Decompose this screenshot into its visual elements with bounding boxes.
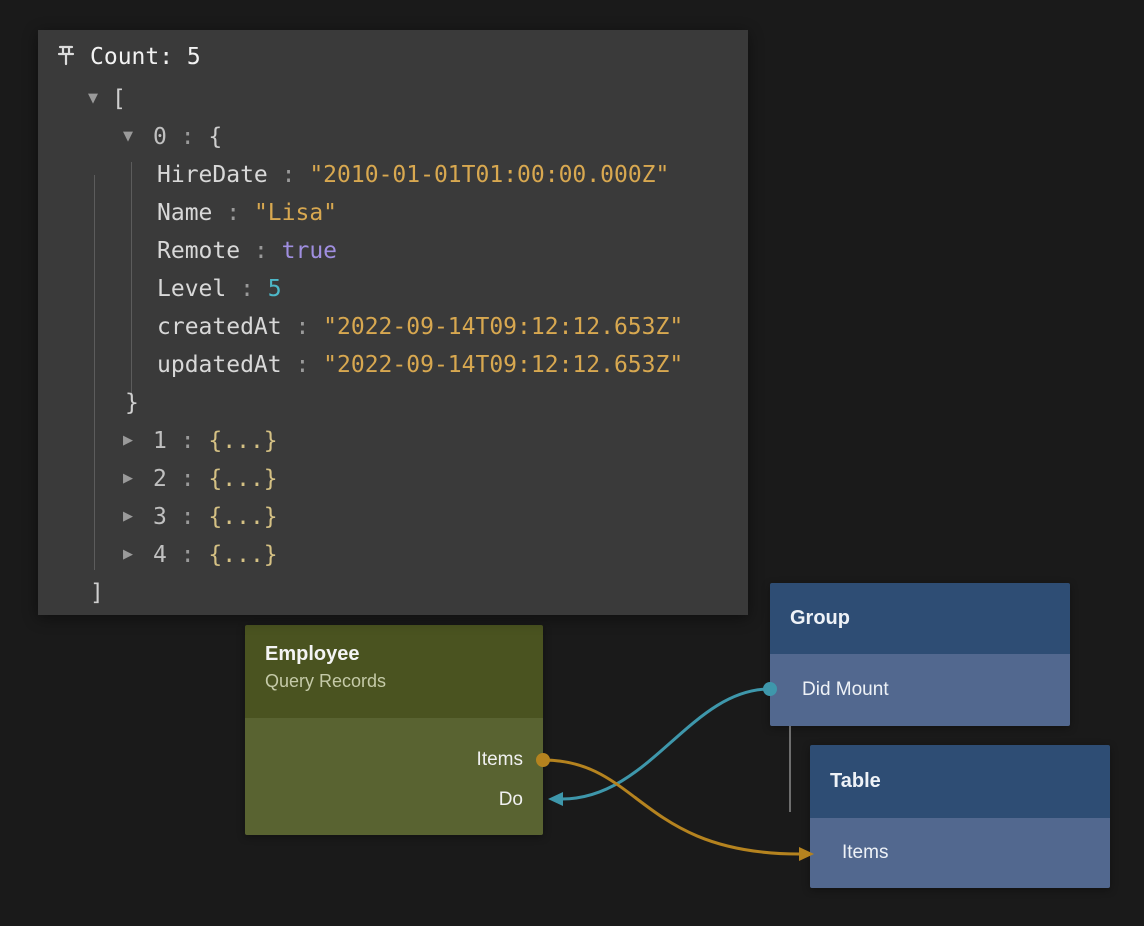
tree-row-text: Level : 5 [157,270,282,308]
node-group[interactable]: Group Did Mount [770,583,1070,726]
node-subtitle: Query Records [265,667,543,695]
tree-row-text: 3 : {...} [153,498,278,536]
node-title: Table [810,745,1110,818]
tree-row-text: ] [90,574,104,612]
inspector-panel: Count: 5 ▼[▼0 : {HireDate : "2010-01-01T… [38,30,748,615]
expand-arrow-icon[interactable]: ▶ [123,498,133,536]
tree-row-text: 2 : {...} [153,460,278,498]
tree-row: Level : 5 [38,270,748,308]
port-items-label: Items [477,749,523,770]
connection-items-to-table[interactable] [543,760,799,854]
collapse-arrow-icon[interactable]: ▼ [88,80,98,118]
tree-row: Remote : true [38,232,748,270]
tree-row-text: updatedAt : "2022-09-14T09:12:12.653Z" [157,346,683,384]
editor-canvas[interactable]: Count: 5 ▼[▼0 : {HireDate : "2010-01-01T… [0,0,1144,926]
tree-row: ▼ 0 : { [38,118,748,156]
tree-row-text: [ [112,80,126,118]
port-table-items-label: Items [842,842,888,863]
tree-row: updatedAt : "2022-09-14T09:12:12.653Z" [38,346,748,384]
tree-row: ▶ 3 : {...} [38,498,748,536]
node-employee[interactable]: Employee Query Records Items Do [245,625,543,835]
count-label: Count: 5 [90,44,201,70]
port-items[interactable]: Items [245,740,543,780]
arrowhead-do-icon [548,792,563,806]
node-title: Employee [265,641,543,667]
pin-icon[interactable] [56,44,76,68]
tree-row-text: HireDate : "2010-01-01T01:00:00.000Z" [157,156,669,194]
tree-row-text: createdAt : "2022-09-14T09:12:12.653Z" [157,308,683,346]
port-do-label: Do [499,789,523,810]
port-table-items[interactable]: Items [810,818,1110,888]
tree-row-text: Name : "Lisa" [157,194,337,232]
port-do[interactable]: Do [245,780,543,820]
tree-row: createdAt : "2022-09-14T09:12:12.653Z" [38,308,748,346]
tree-row-text: } [125,384,139,422]
expand-arrow-icon[interactable]: ▶ [123,460,133,498]
expand-arrow-icon[interactable]: ▶ [123,536,133,574]
tree-row: ▼[ [38,80,748,118]
tree-row-text: 4 : {...} [153,536,278,574]
tree-row-text: 1 : {...} [153,422,278,460]
tree-row: Name : "Lisa" [38,194,748,232]
tree-row: ▶ 4 : {...} [38,536,748,574]
tree-row-text: Remote : true [157,232,337,270]
json-tree: ▼[▼0 : {HireDate : "2010-01-01T01:00:00.… [38,80,748,612]
tree-row: HireDate : "2010-01-01T01:00:00.000Z" [38,156,748,194]
node-table[interactable]: Table Items [810,745,1110,888]
node-title: Group [770,583,1070,654]
port-did-mount[interactable]: Did Mount [770,654,1070,726]
connection-didmount-to-do[interactable] [562,689,770,799]
tree-row: ▶ 2 : {...} [38,460,748,498]
tree-row: } [38,384,748,422]
tree-row-text: 0 : { [153,118,222,156]
tree-row: ▶ 1 : {...} [38,422,748,460]
port-did-mount-label: Did Mount [802,679,889,700]
collapse-arrow-icon[interactable]: ▼ [123,118,133,156]
node-employee-header: Employee Query Records [245,625,543,718]
tree-row: ] [38,574,748,612]
node-employee-ports: Items Do [245,718,543,835]
expand-arrow-icon[interactable]: ▶ [123,422,133,460]
